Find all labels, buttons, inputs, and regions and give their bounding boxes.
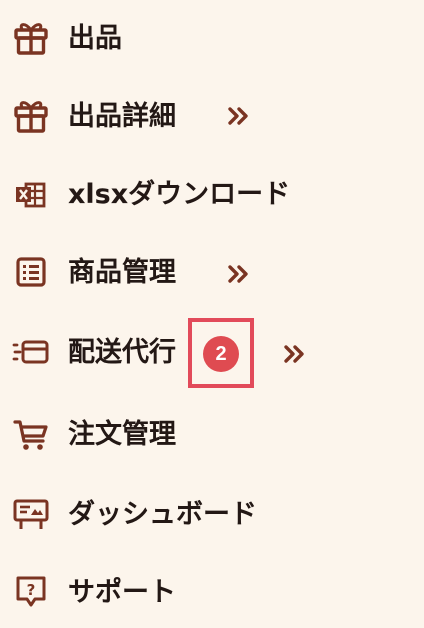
menu-item-label: 商品管理 — [68, 256, 176, 288]
sidebar-menu: 出品 出品詳細 xlsxダウンロード 商品管理 配送代行 2 注文管理 ダッシュ… — [0, 0, 424, 628]
menu-item-label: 配送代行 — [68, 336, 176, 368]
menu-item-label: ダッシュボード — [68, 498, 257, 530]
menu-item-listing[interactable]: 出品 — [10, 12, 122, 64]
support-question-icon: ? — [10, 571, 52, 613]
menu-item-listing-details[interactable]: 出品詳細 — [10, 90, 176, 142]
menu-item-delivery-agency[interactable]: 配送代行 — [10, 326, 176, 378]
menu-item-xlsx-download[interactable]: xlsxダウンロード — [10, 168, 290, 220]
dashboard-board-icon — [10, 493, 52, 535]
menu-item-support[interactable]: ? サポート — [10, 566, 176, 618]
menu-item-label: 出品詳細 — [68, 100, 176, 132]
chevron-double-right-icon[interactable] — [280, 340, 308, 368]
chevron-double-right-icon[interactable] — [224, 102, 252, 130]
gift-icon — [10, 95, 52, 137]
menu-item-dashboard[interactable]: ダッシュボード — [10, 488, 257, 540]
menu-item-label: 注文管理 — [68, 418, 176, 450]
menu-item-label: xlsxダウンロード — [68, 178, 291, 210]
menu-item-product-management[interactable]: 商品管理 — [10, 246, 176, 298]
delivery-card-icon — [10, 331, 52, 373]
menu-item-label: サポート — [68, 576, 176, 608]
notification-badge: 2 — [203, 336, 239, 372]
excel-file-icon — [10, 173, 52, 215]
menu-item-label: 出品 — [68, 22, 122, 54]
list-icon — [10, 251, 52, 293]
svg-text:?: ? — [27, 581, 36, 599]
menu-item-order-management[interactable]: 注文管理 — [10, 408, 176, 460]
gift-icon — [10, 17, 52, 59]
chevron-double-right-icon[interactable] — [224, 260, 252, 288]
shopping-cart-icon — [10, 413, 52, 455]
